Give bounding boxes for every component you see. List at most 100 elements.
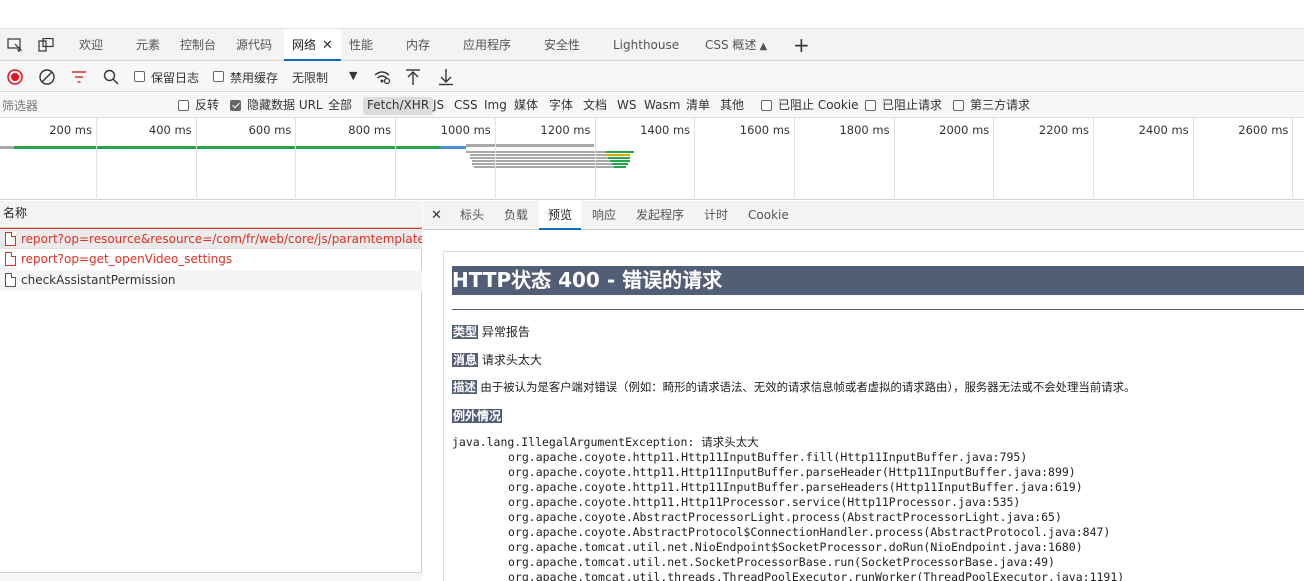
document-icon xyxy=(5,252,16,266)
record-stop-icon[interactable] xyxy=(6,68,24,86)
timeline-tick-label: 200 ms xyxy=(49,123,92,137)
table-row[interactable]: report?op=get_openVideo_settings xyxy=(0,249,422,270)
filter-type-font[interactable]: 字体 xyxy=(549,97,573,115)
tab-memory[interactable]: 内存 xyxy=(406,29,430,61)
description-line: 描述 由于被认为是客户端对错误（例如：畸形的请求语法、无效的请求信息帧或者虚拟的… xyxy=(452,379,1135,395)
filter-type-css[interactable]: CSS xyxy=(454,97,478,115)
dropdown-arrow-icon[interactable]: ▼ xyxy=(349,69,357,82)
table-row[interactable]: checkAssistantPermission xyxy=(0,270,422,291)
export-har-icon[interactable] xyxy=(437,68,455,86)
column-header-name[interactable]: 名称 xyxy=(0,201,422,228)
stack-trace-line: org.apache.coyote.http11.Http11InputBuff… xyxy=(508,450,1028,464)
network-conditions-wifi-icon[interactable] xyxy=(373,68,391,86)
filter-type-all[interactable]: 全部 xyxy=(328,97,352,115)
device-emulation-icon[interactable] xyxy=(38,38,54,52)
filter-type-manifest[interactable]: 清单 xyxy=(686,97,710,115)
tab-elements[interactable]: 元素 xyxy=(136,29,160,61)
timeline-gridline xyxy=(694,118,696,200)
timeline-tick-label: 400 ms xyxy=(148,123,192,137)
tab-headers[interactable]: 标头 xyxy=(460,201,484,230)
tab-css-overview-label: CSS 概述 xyxy=(705,38,757,52)
hide-data-urls-label: 隐藏数据 URL xyxy=(247,98,323,112)
timeline-gridline xyxy=(1192,118,1194,200)
tab-response[interactable]: 响应 xyxy=(592,201,616,230)
preserve-log-checkbox[interactable] xyxy=(134,71,145,82)
stack-trace-line: org.apache.coyote.AbstractProtocol$Conne… xyxy=(508,525,1111,539)
import-har-icon[interactable] xyxy=(404,68,422,86)
tab-preview[interactable]: 预览 xyxy=(539,201,582,230)
tab-lighthouse[interactable]: Lighthouse xyxy=(613,29,679,61)
devtools-tab-bar: 欢迎 元素 控制台 源代码 网络 ✕ 性能 内存 应用程序 安全性 Lightho… xyxy=(0,29,1304,61)
waterfall-bar xyxy=(606,151,634,153)
request-name: checkAssistantPermission xyxy=(21,273,176,287)
timeline-bar xyxy=(14,146,442,149)
search-icon[interactable] xyxy=(102,68,120,86)
filter-type-js[interactable]: JS xyxy=(433,97,444,115)
window-top-strip xyxy=(0,0,1304,29)
disable-cache-checkbox[interactable] xyxy=(213,71,224,82)
third-party-label: 第三方请求 xyxy=(970,98,1031,112)
clear-icon[interactable] xyxy=(38,68,56,86)
invert-checkbox[interactable] xyxy=(178,100,189,111)
table-row[interactable]: report?op=resource&resource=/com/fr/web/… xyxy=(0,228,422,249)
timeline-tick-label: 1800 ms xyxy=(839,123,890,137)
description-value: 由于被认为是客户端对错误（例如：畸形的请求语法、无效的请求信息帧或者虚拟的请求路… xyxy=(480,380,1136,394)
timeline-tick-label: 2400 ms xyxy=(1138,123,1189,137)
tab-sources[interactable]: 源代码 xyxy=(236,29,272,61)
timeline-gridline xyxy=(594,118,596,200)
filter-type-doc[interactable]: 文档 xyxy=(583,97,607,115)
stack-trace-line: org.apache.coyote.http11.Http11InputBuff… xyxy=(508,480,1083,494)
divider xyxy=(452,309,1304,310)
close-detail-icon[interactable]: ✕ xyxy=(431,201,442,230)
tab-network[interactable]: 网络 ✕ xyxy=(284,29,341,61)
filter-icon[interactable] xyxy=(70,68,88,86)
timeline-tick-label: 600 ms xyxy=(248,123,292,137)
timeline-gridline xyxy=(993,118,995,200)
waterfall-bar xyxy=(466,151,606,153)
tab-welcome[interactable]: 欢迎 xyxy=(79,29,103,61)
filter-type-media[interactable]: 媒体 xyxy=(514,97,538,115)
blocked-cookies-checkbox[interactable] xyxy=(761,100,772,111)
document-icon xyxy=(5,232,16,246)
tab-security[interactable]: 安全性 xyxy=(544,29,580,61)
tab-initiator[interactable]: 发起程序 xyxy=(636,201,684,230)
filter-type-other[interactable]: 其他 xyxy=(720,97,744,115)
hide-data-urls-checkbox[interactable] xyxy=(230,100,241,111)
tab-css-overview[interactable]: CSS 概述 ▲ xyxy=(705,29,767,61)
filter-type-wasm[interactable]: Wasm xyxy=(644,97,680,115)
filter-type-ws[interactable]: WS xyxy=(617,97,636,115)
stack-trace-line: org.apache.coyote.http11.Http11Processor… xyxy=(508,495,1021,509)
tab-console[interactable]: 控制台 xyxy=(180,29,216,61)
blocked-requests-label: 已阻止请求 xyxy=(882,98,943,112)
horizontal-scrollbar[interactable] xyxy=(0,572,422,581)
tab-cookies[interactable]: Cookie xyxy=(748,201,789,230)
timeline-gridline xyxy=(295,118,297,200)
timeline-tick-label: 2600 ms xyxy=(1238,123,1289,137)
add-tool-plus-icon[interactable]: + xyxy=(793,32,810,58)
detail-tab-bar: ✕ 标头 负载 预览 响应 发起程序 计时 Cookie xyxy=(423,201,1304,230)
throttle-select[interactable]: 无限制 xyxy=(292,69,328,86)
blocked-requests-checkbox[interactable] xyxy=(865,100,876,111)
timeline-overview[interactable]: 200 ms 400 ms 600 ms 800 ms 1000 ms 1200 ms 14… xyxy=(0,118,1304,200)
third-party-checkbox[interactable] xyxy=(953,100,964,111)
waterfall-bar xyxy=(610,160,630,162)
filter-type-img[interactable]: Img xyxy=(484,97,507,115)
tab-performance[interactable]: 性能 xyxy=(349,29,373,61)
type-value: 异常报告 xyxy=(481,325,530,339)
timeline-tick-label: 2000 ms xyxy=(939,123,990,137)
timeline-tick-label: 2200 ms xyxy=(1038,123,1089,137)
filter-input[interactable]: 筛选器 xyxy=(2,97,162,114)
stack-trace-line: org.apache.tomcat.util.threads.ThreadPoo… xyxy=(508,570,1125,581)
tab-network-label: 网络 xyxy=(292,38,317,52)
stack-trace-line: org.apache.coyote.http11.Http11InputBuff… xyxy=(508,465,1076,479)
tab-timing[interactable]: 计时 xyxy=(704,201,728,230)
close-icon[interactable]: ✕ xyxy=(322,38,333,53)
filter-type-fetch-xhr[interactable]: Fetch/XHR xyxy=(363,97,434,115)
tab-payload[interactable]: 负载 xyxy=(504,201,528,230)
inspect-element-icon[interactable] xyxy=(7,38,23,52)
message-label: 消息 xyxy=(452,353,479,367)
filter-bar: 筛选器 反转 隐藏数据 URL 全部 Fetch/XHR JS CSS Img … xyxy=(0,93,1304,118)
timeline-gridline xyxy=(494,118,496,200)
tab-application[interactable]: 应用程序 xyxy=(463,29,511,61)
request-list: 名称 report?op=resource&resource=/com/fr/w… xyxy=(0,201,422,581)
